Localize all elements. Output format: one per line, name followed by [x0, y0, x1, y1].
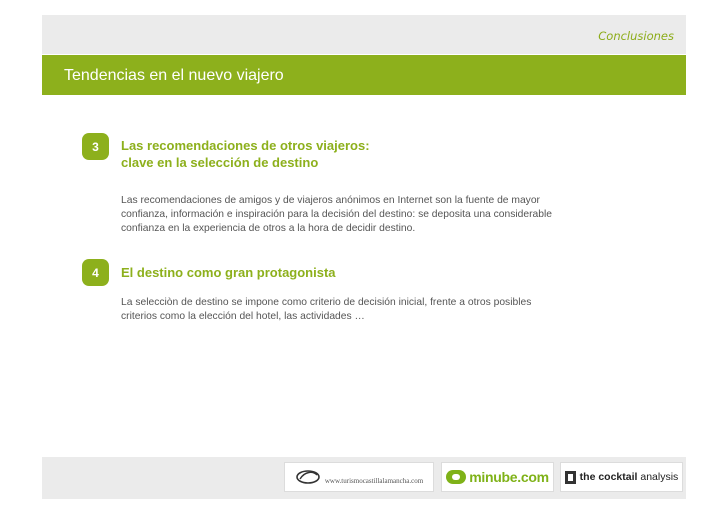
- turismo-logo-text: www.turismocastillalamancha.com: [324, 477, 424, 485]
- top-header-band: Conclusiones: [42, 15, 686, 54]
- turismo-castilla-la-mancha-logo[interactable]: www.turismocastillalamancha.com: [284, 462, 434, 492]
- item-heading: Las recomendaciones de otros viajeros: c…: [121, 137, 370, 171]
- the-cocktail-analysis-logo[interactable]: the cocktail analysis: [560, 462, 683, 492]
- item-body-line: Las recomendaciones de amigos y de viaje…: [121, 195, 540, 206]
- minube-logo[interactable]: minube.com: [441, 462, 554, 492]
- section-label: Conclusiones: [598, 29, 674, 43]
- item-heading-line: clave en la selección de destino: [121, 155, 319, 170]
- page-title: Tendencias en el nuevo viajero: [64, 67, 284, 84]
- item-heading-line: Las recomendaciones de otros viajeros:: [121, 138, 370, 153]
- item-body: Las recomendaciones de amigos y de viaje…: [121, 194, 621, 236]
- title-bar: Tendencias en el nuevo viajero: [42, 55, 686, 95]
- minube-logo-text: minube.com: [469, 469, 549, 485]
- item-number-badge: 4: [82, 259, 109, 286]
- turismo-swirl-icon: [296, 470, 320, 484]
- cocktail-logo-bold: the cocktail: [579, 471, 638, 483]
- item-body-line: criterios como la elección del hotel, la…: [121, 311, 365, 322]
- item-number-badge: 3: [82, 133, 109, 160]
- cocktail-glass-icon: [564, 470, 576, 484]
- item-body-line: confianza en la experiencia de otros a l…: [121, 223, 416, 234]
- item-heading: El destino como gran protagonista: [121, 264, 336, 281]
- item-number: 3: [92, 139, 99, 154]
- item-body-line: La selecciòn de destino se impone como c…: [121, 297, 532, 308]
- footer-logo-band: www.turismocastillalamancha.com minube.c…: [42, 457, 686, 499]
- cocktail-logo-text: the cocktail analysis: [580, 471, 679, 483]
- item-heading-line: El destino como gran protagonista: [121, 265, 336, 280]
- item-body-line: confianza, información e inspiración par…: [121, 209, 553, 220]
- cocktail-logo-light: analysis: [637, 471, 679, 483]
- item-body: La selecciòn de destino se impone como c…: [121, 296, 621, 324]
- item-number: 4: [92, 265, 99, 280]
- minube-cloud-icon: [446, 470, 467, 484]
